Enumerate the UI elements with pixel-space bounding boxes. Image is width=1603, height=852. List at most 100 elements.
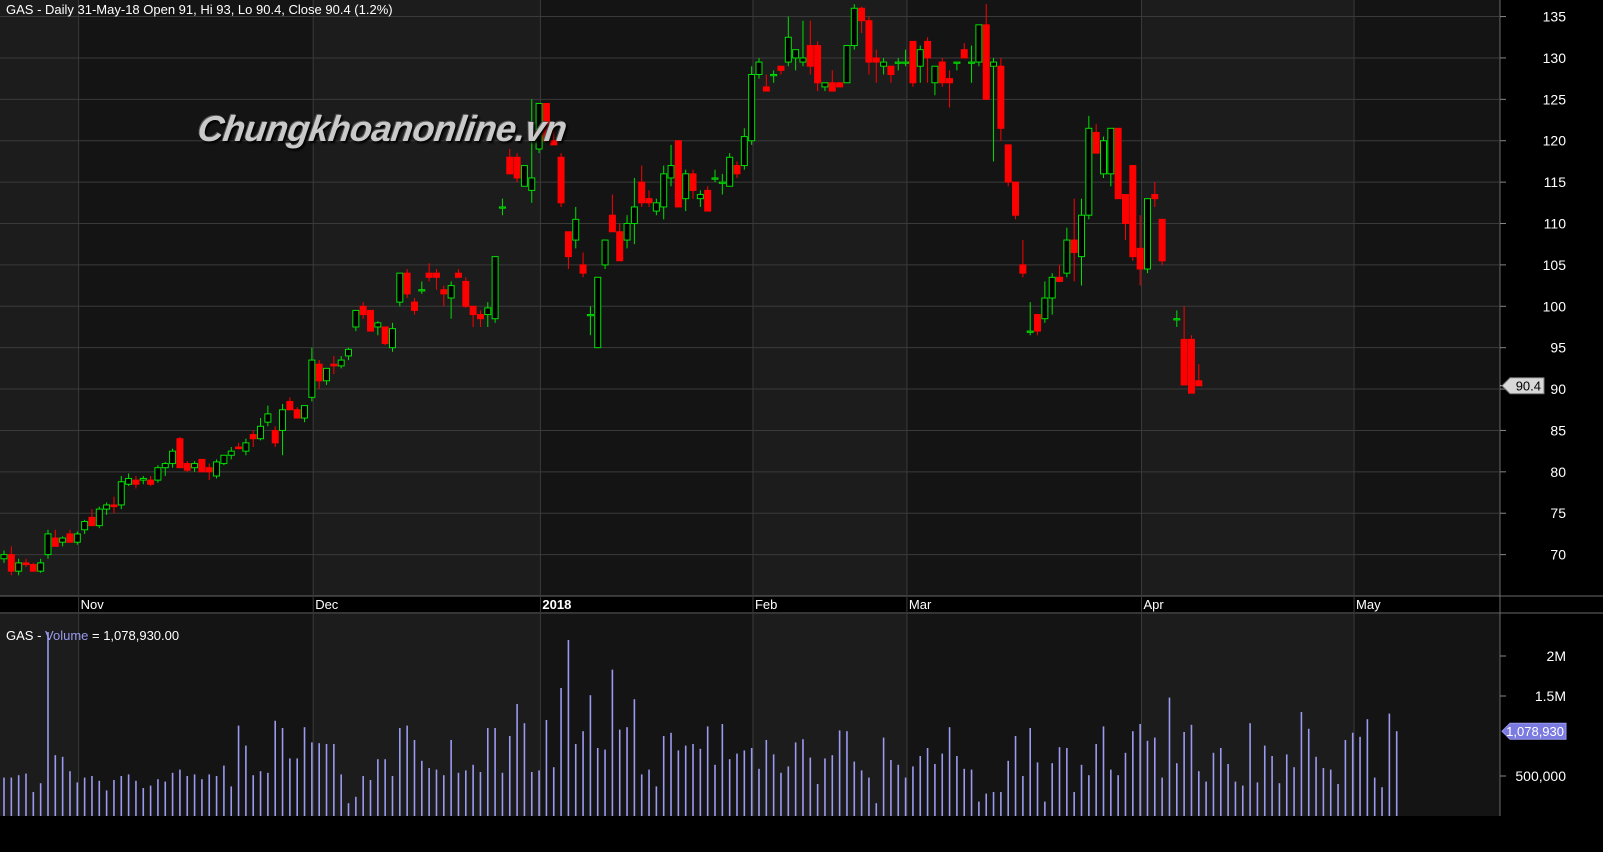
candle-body <box>1151 194 1159 200</box>
candle <box>601 239 609 270</box>
candle <box>73 531 81 545</box>
candle <box>850 4 858 50</box>
month-band <box>313 0 541 596</box>
candle-body <box>660 173 668 208</box>
month-label: 2018 <box>542 597 571 612</box>
candle-body <box>1100 140 1107 175</box>
price-tick-label: 105 <box>1543 257 1567 273</box>
candle-body <box>990 61 998 67</box>
candle-body <box>645 198 653 204</box>
price-tick-label: 95 <box>1550 340 1566 356</box>
candle-body <box>1107 127 1115 175</box>
candle-body <box>520 165 528 187</box>
candle-body <box>410 301 418 311</box>
price-tick-label: 90 <box>1550 381 1566 397</box>
candle-body <box>117 481 125 506</box>
candle-body <box>1092 131 1100 154</box>
candle-body <box>469 305 477 316</box>
candle-body <box>73 533 81 543</box>
price-tick-label: 80 <box>1550 464 1566 480</box>
candle-body <box>176 438 184 469</box>
candle-body <box>367 309 374 332</box>
candle-body <box>1041 297 1049 320</box>
candle <box>367 309 374 332</box>
volume-tick-label: 500,000 <box>1515 768 1566 784</box>
candle-body <box>792 49 800 59</box>
candle <box>176 437 184 469</box>
candle-body <box>696 194 704 200</box>
candle-body <box>1012 181 1020 216</box>
candle <box>213 459 221 479</box>
price-tick-label: 100 <box>1543 298 1567 314</box>
candle-body <box>865 20 873 63</box>
candle-body <box>103 504 111 510</box>
candle-body <box>220 454 228 465</box>
candle <box>1085 115 1093 220</box>
candle-body <box>762 86 770 92</box>
candle-body <box>894 61 902 64</box>
candle <box>674 140 682 208</box>
candle-body <box>286 400 294 411</box>
candle-body <box>557 156 565 204</box>
candle-body <box>718 181 726 184</box>
candle-body <box>667 165 675 179</box>
candle-body <box>1026 330 1034 333</box>
candle <box>704 186 712 212</box>
candle <box>843 45 851 84</box>
candle-body <box>513 156 521 179</box>
candle-body <box>345 348 353 357</box>
candle-body <box>227 450 235 456</box>
candle-body <box>777 65 785 71</box>
candle <box>594 276 602 349</box>
candle <box>1100 136 1107 178</box>
month-band <box>0 0 79 596</box>
month-label: Dec <box>315 597 339 612</box>
candle-body <box>147 479 155 485</box>
candle-body <box>110 504 118 508</box>
candle-body <box>242 442 250 452</box>
candle-body <box>462 280 470 307</box>
chart-window: 70 75 80 85 90 95 100 105 110 115 120 125 130 135 Nov D… <box>0 0 1603 852</box>
candle-body <box>806 45 814 67</box>
candle-body <box>66 533 74 543</box>
price-tick-label: 125 <box>1543 91 1567 107</box>
candle-body <box>352 309 360 328</box>
candle-body <box>7 554 15 572</box>
month-band <box>1141 614 1355 816</box>
candle <box>44 529 52 559</box>
candle-body <box>169 450 177 465</box>
candle-body <box>968 61 976 64</box>
candle-body <box>447 285 455 299</box>
candle-body <box>301 405 309 419</box>
candle <box>198 458 206 473</box>
candle-body <box>1070 239 1078 253</box>
last-volume-label: 1,078,930 <box>1506 724 1564 739</box>
candle-body <box>726 156 734 187</box>
candle-body <box>88 516 96 527</box>
candle-body <box>748 74 756 142</box>
candle-body <box>931 65 939 84</box>
candle-body <box>601 239 609 266</box>
candle-body <box>528 177 536 191</box>
candle-body <box>51 537 59 547</box>
candle-body <box>139 477 147 481</box>
candle <box>520 165 528 187</box>
last-price-label: 90.4 <box>1516 379 1541 394</box>
candle-body <box>132 479 140 485</box>
candle-body <box>15 562 23 572</box>
candle-body <box>638 181 646 204</box>
volume-pane-title: GAS - Volume = 1,078,930.00 <box>6 628 179 643</box>
candle-body <box>880 61 888 67</box>
candle-body <box>924 40 932 59</box>
candle-body <box>330 363 338 367</box>
candle-body <box>828 82 836 92</box>
candle <box>997 57 1005 141</box>
price-tick-label: 70 <box>1550 547 1566 563</box>
candle-body <box>1143 198 1151 270</box>
candle-body <box>249 434 257 440</box>
candle <box>29 562 37 572</box>
candle <box>909 40 917 87</box>
candle-body <box>916 49 924 67</box>
candle <box>975 24 983 67</box>
candle-body <box>308 359 316 398</box>
